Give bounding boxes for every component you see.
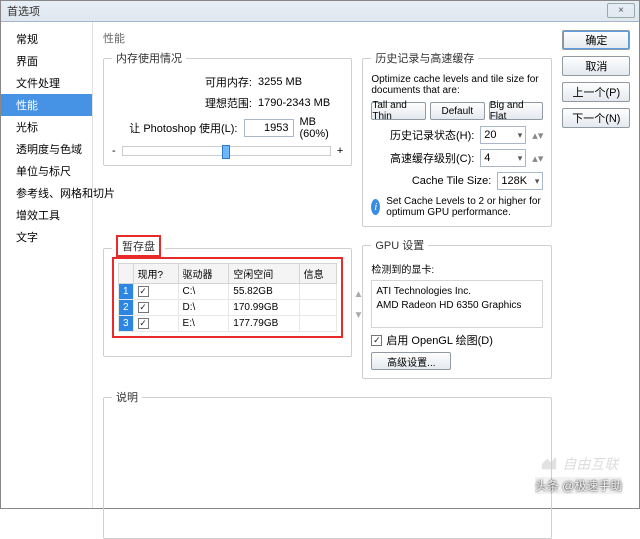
spinner-icon[interactable]: ▴▾ <box>532 152 543 165</box>
row-info <box>299 300 337 316</box>
row-free: 55.82GB <box>229 284 299 300</box>
ok-button[interactable]: 确定 <box>562 30 630 50</box>
watermark: 自由互联 <box>540 454 618 474</box>
gpu-vendor: ATI Technologies Inc. <box>376 285 538 299</box>
preferences-window: 首选项 × 常规界面文件处理性能光标透明度与色域单位与标尺参考线、网格和切片增效… <box>0 0 640 509</box>
row-active[interactable] <box>133 284 178 300</box>
cancel-button[interactable]: 取消 <box>562 56 630 76</box>
sidebar-item-7[interactable]: 参考线、网格和切片 <box>1 182 92 204</box>
col-free[interactable]: 空闲空间 <box>229 264 299 284</box>
info-icon: i <box>371 199 380 215</box>
gpu-detected-label: 检测到的显卡: <box>371 261 543 276</box>
tall-thin-button[interactable]: Tall and Thin <box>371 102 426 120</box>
sidebar-item-8[interactable]: 增效工具 <box>1 204 92 226</box>
page-title: 性能 <box>103 30 630 46</box>
ideal-value: 1790-2343 MB <box>258 97 330 109</box>
tile-label: Cache Tile Size: <box>371 175 491 187</box>
opengl-checkbox[interactable] <box>371 335 382 346</box>
row-free: 170.99GB <box>229 300 299 316</box>
states-dropdown[interactable]: 20 <box>480 126 526 144</box>
row-active[interactable] <box>133 300 178 316</box>
row-index: 3 <box>119 316 134 332</box>
memory-input[interactable] <box>244 119 294 137</box>
slider-minus[interactable]: - <box>112 145 116 157</box>
levels-dropdown[interactable]: 4 <box>480 149 526 167</box>
move-down-icon[interactable]: ▼ <box>353 310 363 321</box>
available-label: 可用内存: <box>112 74 252 90</box>
sidebar-item-2[interactable]: 文件处理 <box>1 72 92 94</box>
memory-unit: MB (60%) <box>300 116 344 140</box>
row-drive: C:\ <box>178 284 229 300</box>
memory-slider[interactable] <box>122 146 331 156</box>
history-desc: Optimize cache levels and tile size for … <box>371 74 543 96</box>
cache-info: Set Cache Levels to 2 or higher for opti… <box>386 196 543 218</box>
sidebar-item-1[interactable]: 界面 <box>1 50 92 72</box>
row-free: 177.79GB <box>229 316 299 332</box>
col-info[interactable]: 信息 <box>299 264 337 284</box>
history-legend: 历史记录与高速缓存 <box>371 50 478 66</box>
window-title: 首选项 <box>7 3 40 19</box>
col-drive[interactable]: 驱动器 <box>178 264 229 284</box>
row-info <box>299 284 337 300</box>
move-up-icon[interactable]: ▲ <box>353 289 363 300</box>
big-flat-button[interactable]: Big and Flat <box>489 102 544 120</box>
slider-thumb[interactable] <box>222 145 230 159</box>
table-row[interactable]: 1 C:\55.82GB <box>119 284 337 300</box>
opengl-label: 启用 OpenGL 绘图(D) <box>386 332 493 348</box>
gpu-card: AMD Radeon HD 6350 Graphics <box>376 299 538 313</box>
sidebar-item-3[interactable]: 性能 <box>1 94 92 116</box>
table-row[interactable]: 3 E:\177.79GB <box>119 316 337 332</box>
description-legend: 说明 <box>112 389 142 405</box>
gpu-legend: GPU 设置 <box>371 237 428 253</box>
states-label: 历史记录状态(H): <box>371 127 474 143</box>
default-cache-button[interactable]: Default <box>430 102 485 120</box>
levels-label: 高速缓存级别(C): <box>371 150 474 166</box>
row-drive: E:\ <box>178 316 229 332</box>
category-sidebar: 常规界面文件处理性能光标透明度与色域单位与标尺参考线、网格和切片增效工具文字 <box>1 22 93 508</box>
row-index: 2 <box>119 300 134 316</box>
prev-button[interactable]: 上一个(P) <box>562 82 630 102</box>
table-row[interactable]: 2 D:\170.99GB <box>119 300 337 316</box>
advanced-gpu-button[interactable]: 高级设置... <box>371 352 451 370</box>
logo-icon <box>540 455 558 473</box>
gpu-card-box: ATI Technologies Inc. AMD Radeon HD 6350… <box>371 280 543 328</box>
history-group: 历史记录与高速缓存 Optimize cache levels and tile… <box>362 50 552 227</box>
titlebar: 首选项 × <box>1 1 639 22</box>
scratch-legend: 暂存盘 <box>116 235 161 257</box>
spinner-icon[interactable]: ▴▾ <box>532 129 543 142</box>
credit: 头条 @极速手助 <box>535 477 623 494</box>
sidebar-item-5[interactable]: 透明度与色域 <box>1 138 92 160</box>
gpu-group: GPU 设置 检测到的显卡: ATI Technologies Inc. AMD… <box>362 237 552 379</box>
ideal-label: 理想范围: <box>112 95 252 111</box>
scratch-group: 暂存盘 现用? 驱动器 空闲空间 信息 1 C:\55.82GB 2 D:\170.9… <box>103 237 352 357</box>
use-label: 让 Photoshop 使用(L): <box>112 120 238 136</box>
memory-group: 内存使用情况 可用内存: 3255 MB 理想范围: 1790-2343 MB … <box>103 50 352 166</box>
close-button[interactable]: × <box>607 3 635 18</box>
sidebar-item-9[interactable]: 文字 <box>1 226 92 248</box>
sidebar-item-6[interactable]: 单位与标尺 <box>1 160 92 182</box>
row-active[interactable] <box>133 316 178 332</box>
next-button[interactable]: 下一个(N) <box>562 108 630 128</box>
slider-plus[interactable]: + <box>337 145 343 157</box>
description-group: 说明 <box>103 389 552 539</box>
row-info <box>299 316 337 332</box>
scratch-table: 现用? 驱动器 空闲空间 信息 1C:\55.82GB2D:\170.99GB3… <box>118 263 337 332</box>
sidebar-item-4[interactable]: 光标 <box>1 116 92 138</box>
sidebar-item-0[interactable]: 常规 <box>1 28 92 50</box>
row-index: 1 <box>119 284 134 300</box>
available-value: 3255 MB <box>258 76 302 88</box>
row-drive: D:\ <box>178 300 229 316</box>
col-active[interactable]: 现用? <box>133 264 178 284</box>
memory-legend: 内存使用情况 <box>112 50 186 66</box>
tile-dropdown[interactable]: 128K <box>497 172 543 190</box>
